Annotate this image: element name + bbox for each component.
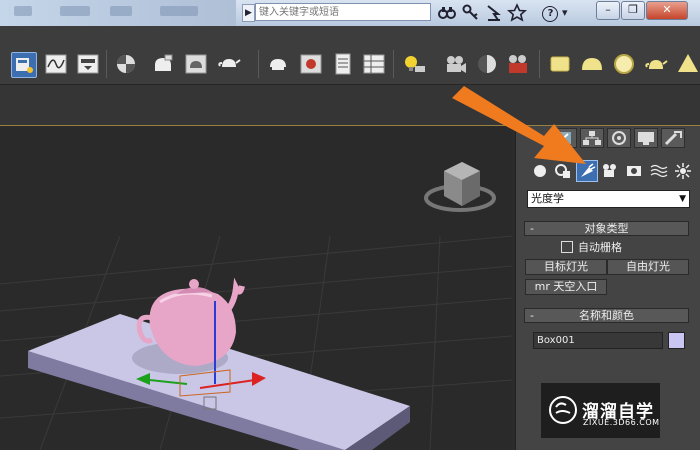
- object-type-rollout-header[interactable]: - 对象类型: [524, 221, 689, 236]
- chevron-down-icon: ▾: [561, 6, 568, 19]
- light-lister-icon[interactable]: [402, 52, 426, 76]
- toolbar-separator: [106, 50, 107, 78]
- cameras-icon[interactable]: [601, 162, 619, 180]
- camera-icon[interactable]: [443, 52, 467, 76]
- object-type-title: 对象类型: [584, 222, 629, 235]
- key-icon[interactable]: [461, 3, 481, 22]
- scene-canvas: [0, 162, 512, 450]
- title-bar: ▶ ? ▾ – ❐ ✕: [0, 0, 700, 26]
- annotation-arrow: [452, 86, 586, 164]
- render-setup-icon[interactable]: [151, 52, 175, 76]
- name-color-title: 名称和颜色: [579, 309, 634, 322]
- hemisphere-icon[interactable]: [580, 52, 604, 76]
- autogrid-label: 自动栅格: [578, 241, 622, 254]
- help-icon: ?: [542, 6, 559, 22]
- perspective-viewport[interactable]: [0, 126, 512, 450]
- space-warps-icon[interactable]: [650, 162, 668, 180]
- object-color-swatch[interactable]: [668, 332, 685, 349]
- watermark-logo-icon: [549, 396, 577, 424]
- help-button[interactable]: ? ▾: [540, 3, 570, 22]
- close-button[interactable]: ✕: [646, 1, 688, 20]
- light-type-value: 光度学: [531, 192, 564, 205]
- favorites-star-icon[interactable]: [507, 3, 527, 22]
- select-object-icon[interactable]: [11, 52, 37, 78]
- dropdown-arrow-icon: ▼: [679, 194, 686, 204]
- standard-primitive-box-icon[interactable]: [548, 52, 572, 76]
- tab-motion[interactable]: [607, 128, 631, 148]
- object-name-field[interactable]: Box001: [533, 332, 663, 349]
- viewport-shading-icon[interactable]: [475, 52, 499, 76]
- teapot-primitive-icon[interactable]: [644, 52, 668, 76]
- helpers-icon[interactable]: [625, 162, 643, 180]
- title-bar-blurred-area: [0, 0, 236, 26]
- light-type-dropdown[interactable]: 光度学 ▼: [527, 190, 690, 208]
- cone-icon[interactable]: [676, 52, 700, 76]
- target-light-button[interactable]: 目标灯光: [525, 259, 607, 275]
- render-scene-icon[interactable]: [506, 52, 530, 76]
- collapse-icon: -: [530, 309, 534, 322]
- schematic-view-icon[interactable]: [76, 52, 100, 76]
- toolbar-separator: [393, 50, 394, 78]
- comm-center-icon[interactable]: [484, 3, 504, 22]
- scene-explorer-icon[interactable]: [362, 52, 386, 76]
- rendered-frame-icon[interactable]: [184, 52, 208, 76]
- tab-display[interactable]: [634, 128, 658, 148]
- search-expand-button[interactable]: ▶: [242, 4, 255, 22]
- name-color-rollout-header[interactable]: - 名称和颜色: [524, 308, 689, 323]
- sphere-icon[interactable]: [612, 52, 636, 76]
- binoculars-icon[interactable]: [437, 3, 457, 22]
- watermark-url: ZIXUE.3D66.COM: [583, 418, 660, 427]
- mr-sky-portal-button[interactable]: mr 天空入口: [525, 279, 607, 295]
- autogrid-checkbox[interactable]: [561, 241, 573, 253]
- collapse-icon: -: [530, 222, 534, 235]
- minimize-button[interactable]: –: [596, 1, 620, 20]
- layer-manager-icon[interactable]: [331, 52, 355, 76]
- systems-icon[interactable]: [674, 162, 692, 180]
- render-teapot-icon[interactable]: [217, 52, 241, 76]
- toolbar-separator: [258, 50, 259, 78]
- render-window-icon[interactable]: [299, 52, 323, 76]
- iterative-render-icon[interactable]: [266, 52, 290, 76]
- toolbar-separator: [539, 50, 540, 78]
- curve-editor-icon[interactable]: [44, 52, 68, 76]
- restore-button[interactable]: ❐: [621, 1, 645, 20]
- free-light-button[interactable]: 自由灯光: [607, 259, 689, 275]
- tab-utilities[interactable]: [661, 128, 685, 148]
- search-input[interactable]: [255, 3, 431, 21]
- material-editor-icon[interactable]: [114, 52, 138, 76]
